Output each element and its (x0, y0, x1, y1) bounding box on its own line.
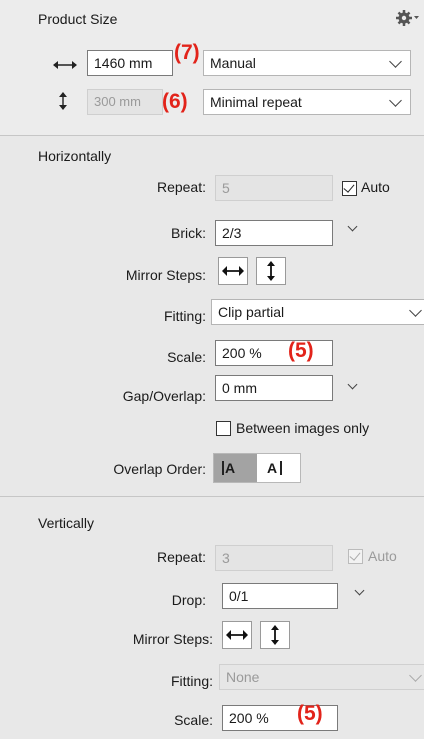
product-size-section: Product Size 1460 mm (7) Manual 300 mm (… (0, 0, 424, 134)
height-callout-badge: (6) (162, 90, 188, 113)
vertically-section: Vertically Repeat: 3 Auto Drop: 0/1 Mirr… (0, 496, 424, 739)
check-icon (349, 549, 361, 561)
vertical-arrow-icon (267, 261, 275, 281)
horizontally-title: Horizontally (38, 148, 112, 164)
height-mode-select[interactable]: Minimal repeat (203, 89, 411, 115)
overlap-order-second-label: A (267, 460, 278, 476)
width-callout-badge: (7) (174, 41, 200, 64)
width-mode-value: Manual (210, 55, 256, 71)
brick-input[interactable]: 2/3 (215, 220, 333, 246)
height-mode-value: Minimal repeat (210, 94, 302, 110)
mirror-steps-label: Mirror Steps: (125, 267, 206, 283)
vertically-title: Vertically (38, 515, 95, 531)
vertical-auto-label: Auto (368, 548, 397, 564)
scale-callout-badge: (5) (297, 702, 323, 725)
chevron-down-icon (389, 94, 402, 107)
mirror-horizontal-button[interactable] (222, 621, 252, 649)
horizontal-repeat-input: 5 (215, 175, 333, 201)
vertical-repeat-input: 3 (215, 545, 333, 571)
repeat-label: Repeat: (156, 549, 206, 565)
drop-input[interactable]: 0/1 (222, 583, 338, 609)
gap-overlap-input[interactable]: 0 mm (215, 375, 333, 401)
brick-label: Brick: (171, 225, 206, 241)
horizontal-scale-value: 200 % (222, 345, 262, 361)
chevron-down-icon (409, 304, 422, 317)
overlap-order-first-button[interactable]: A (214, 454, 257, 482)
scale-label: Scale: (174, 712, 213, 728)
product-size-title: Product Size (38, 11, 118, 27)
fitting-label: Fitting: (163, 308, 206, 324)
mirror-steps-label: Mirror Steps: (132, 631, 213, 647)
between-images-checkbox[interactable] (216, 421, 231, 436)
between-images-label: Between images only (236, 420, 370, 436)
repeat-label: Repeat: (156, 179, 206, 195)
gear-icon[interactable] (396, 8, 420, 28)
fitting-label: Fitting: (170, 673, 213, 689)
horizontal-scale-input[interactable]: 200 % (215, 340, 333, 366)
horizontal-arrow-icon (226, 630, 248, 640)
product-height-input: 300 mm (87, 89, 163, 115)
mirror-vertical-button[interactable] (260, 621, 290, 649)
horizontal-arrow-icon (52, 58, 78, 70)
chevron-down-icon (409, 669, 422, 682)
check-icon (343, 181, 355, 193)
overlap-order-second-button[interactable]: A (258, 454, 300, 482)
gap-overlap-label: Gap/Overlap: (122, 388, 206, 404)
mirror-vertical-button[interactable] (256, 257, 286, 285)
vertical-fitting-select: None (219, 664, 424, 690)
scale-callout-badge: (5) (288, 339, 314, 362)
mirror-horizontal-button[interactable] (218, 257, 248, 285)
product-width-input[interactable]: 1460 mm (87, 50, 173, 76)
width-mode-select[interactable]: Manual (203, 50, 411, 76)
horizontal-auto-checkbox[interactable] (342, 181, 357, 196)
horizontal-arrow-icon (222, 266, 244, 276)
vertical-scale-value: 200 % (229, 710, 269, 726)
cursor-bar-icon (222, 461, 224, 475)
vertical-arrow-icon (271, 625, 279, 645)
chevron-down-icon[interactable] (347, 221, 358, 232)
chevron-down-icon (389, 55, 402, 68)
overlap-order-toggle: A A (213, 453, 301, 483)
horizontally-section: Horizontally Repeat: 5 Auto Brick: 2/3 M… (0, 135, 424, 496)
chevron-down-icon[interactable] (347, 379, 358, 390)
horizontal-auto-label: Auto (361, 179, 390, 195)
drop-label: Drop: (171, 592, 206, 608)
overlap-order-first-label: A (225, 460, 236, 476)
vertical-arrow-icon (57, 91, 69, 111)
horizontal-fitting-value: Clip partial (218, 304, 285, 320)
overlap-order-label: Overlap Order: (113, 461, 206, 477)
vertical-auto-checkbox (348, 549, 363, 564)
horizontal-fitting-select[interactable]: Clip partial (211, 299, 424, 325)
chevron-down-icon[interactable] (354, 585, 365, 596)
cursor-bar-icon (280, 461, 282, 475)
scale-label: Scale: (167, 349, 206, 365)
vertical-fitting-value: None (226, 669, 260, 685)
